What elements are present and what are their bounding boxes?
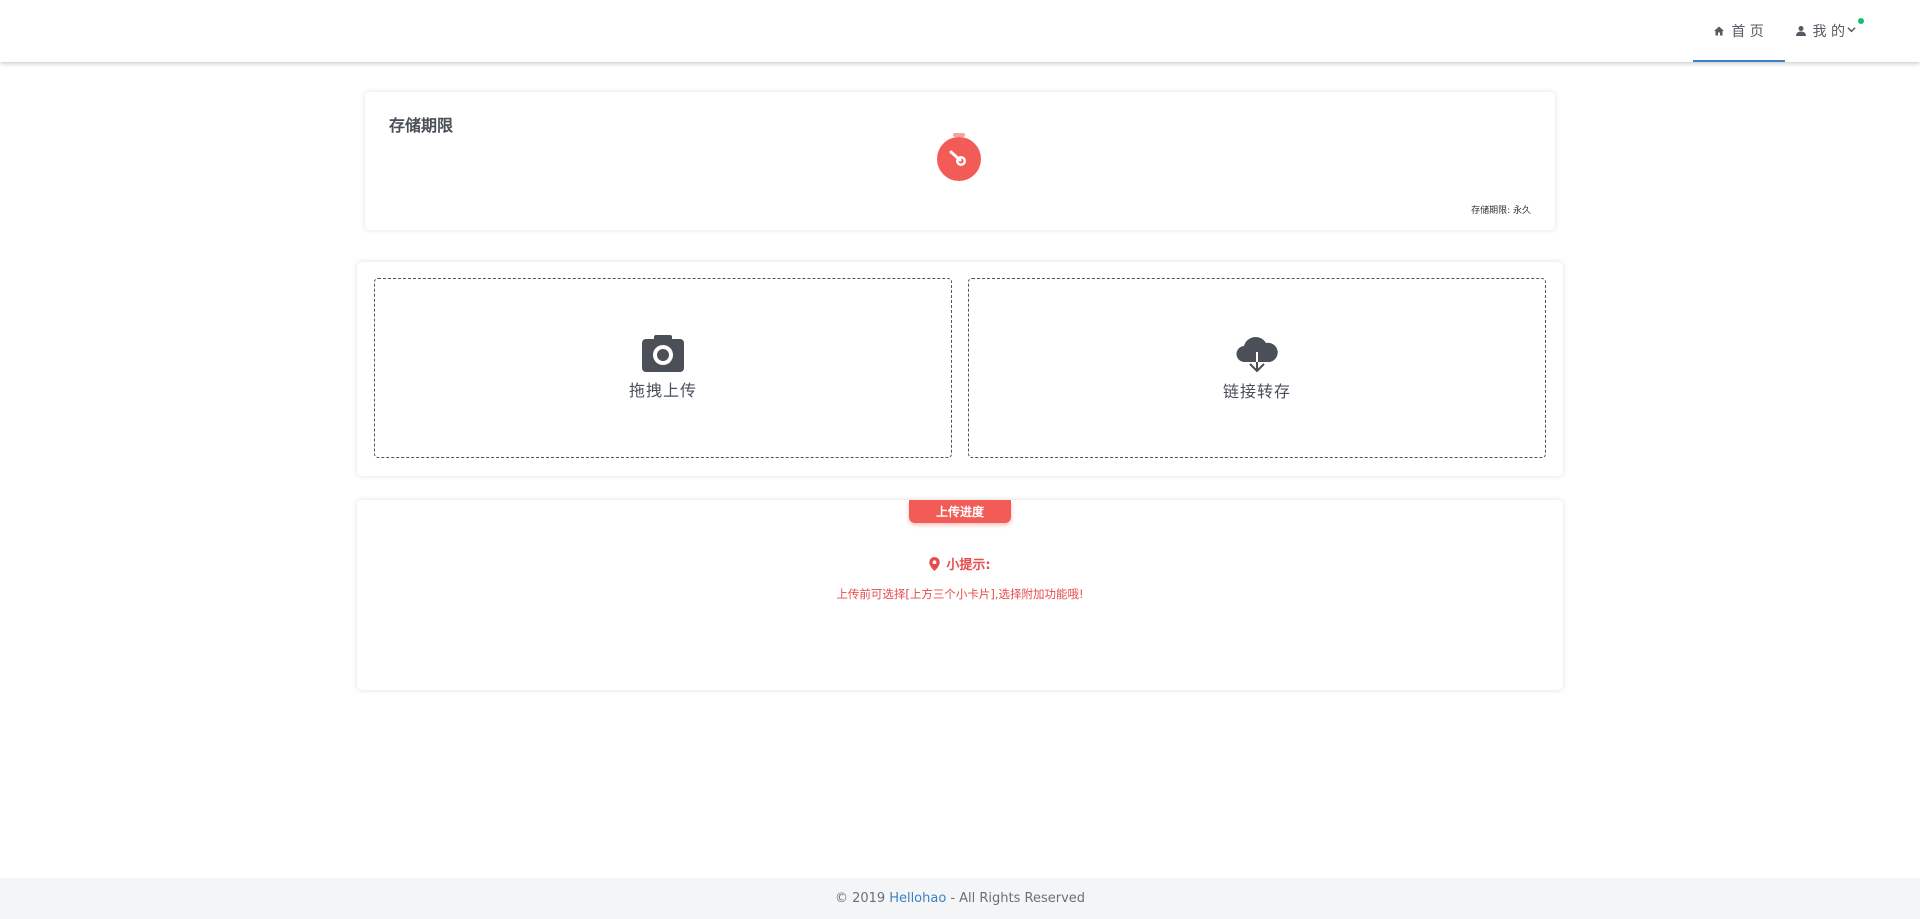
nav-mine-dropdown[interactable]: 我 的 — [1785, 0, 1878, 62]
chevron-down-icon — [1847, 25, 1862, 37]
nav-menu: 首 页 我 的 — [1692, 0, 1878, 62]
tip-text: 上传前可选择[上方三个小卡片],选择附加功能哦! — [836, 587, 1084, 601]
storage-card[interactable]: 存储期限 存储期限: 永久 — [365, 92, 1555, 230]
camera-icon — [642, 335, 684, 372]
top-navbar: 首 页 我 的 — [0, 0, 1920, 62]
storage-title: 存储期限 — [389, 116, 454, 135]
drag-upload-area[interactable]: 拖拽上传 — [374, 278, 952, 458]
tip-heading: 小提示: — [357, 554, 1563, 573]
upload-card: 拖拽上传 链接转存 — [357, 262, 1563, 476]
link-transfer-area[interactable]: 链接转存 — [968, 278, 1546, 458]
upload-progress-tab: 上传进度 — [909, 500, 1011, 523]
home-icon — [1714, 26, 1725, 36]
stopwatch-icon — [937, 133, 981, 181]
nav-home-label: 首 页 — [1731, 24, 1764, 40]
cloud-download-icon — [1236, 337, 1278, 373]
nav-mine-label: 我 的 — [1812, 24, 1845, 40]
upload-progress-card: 上传进度 小提示: 上传前可选择[上方三个小卡片],选择附加功能哦! — [357, 500, 1563, 690]
link-transfer-label: 链接转存 — [1222, 382, 1291, 401]
tip-title-text: 小提示: — [946, 558, 991, 573]
drag-upload-label: 拖拽上传 — [628, 381, 697, 400]
storage-duration-note: 存储期限: 永久 — [1471, 206, 1531, 216]
footer-brand-link[interactable]: Hellohao — [889, 891, 946, 906]
footer-copyright: © 2019 — [834, 891, 886, 906]
location-pin-icon — [929, 556, 941, 571]
nav-home[interactable]: 首 页 — [1692, 0, 1785, 62]
footer: © 2019 Hellohao - All Rights Reserved — [0, 878, 1920, 919]
notification-dot — [1858, 18, 1864, 24]
user-icon — [1795, 26, 1806, 36]
footer-rights: - All Rights Reserved — [950, 891, 1086, 906]
